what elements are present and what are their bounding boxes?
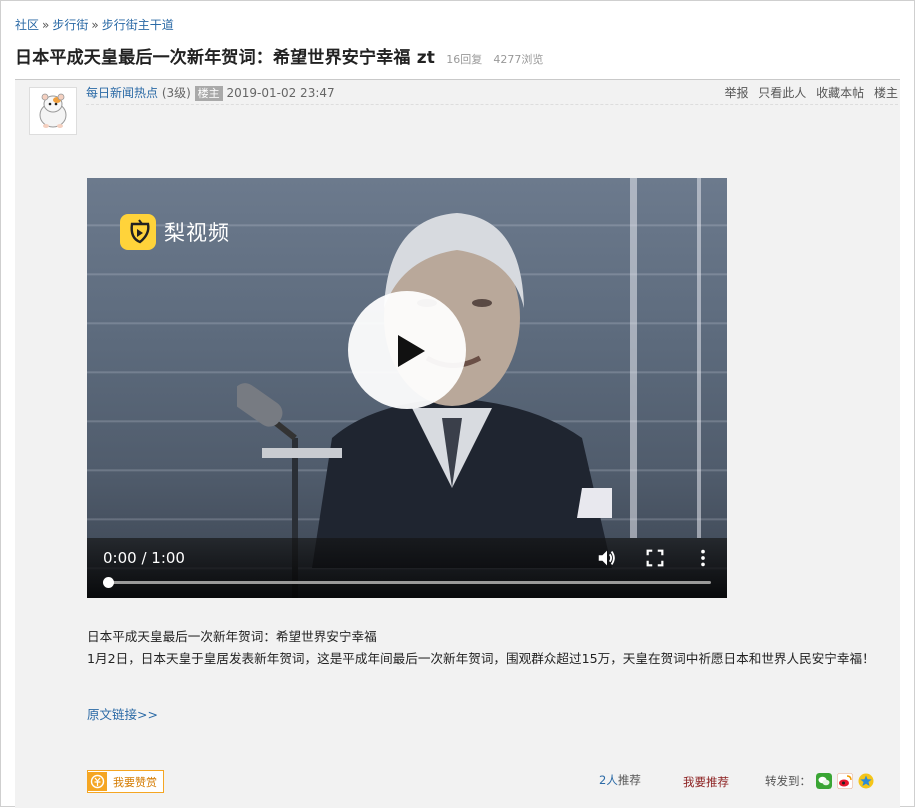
video-pole (630, 178, 637, 538)
op-badge: 楼主 (194, 86, 223, 101)
video-time: 0:00 / 1:00 (103, 549, 185, 567)
author-name[interactable]: 每日新闻热点 (86, 86, 158, 100)
reward-label: 我要赞赏 (113, 775, 157, 789)
fullscreen-icon[interactable] (644, 547, 666, 569)
breadcrumb-item-main-street[interactable]: 步行街主干道 (102, 18, 174, 32)
favorite-link[interactable]: 收藏本帖 (816, 86, 864, 100)
brand-logo-icon (120, 214, 156, 250)
video-pole (697, 178, 701, 538)
breadcrumb-item-community[interactable]: 社区 (15, 18, 39, 32)
reply-count: 16回复 (446, 53, 483, 66)
recommend-count: 2人推荐 (599, 772, 641, 788)
post-body-line: 日本平成天皇最后一次新年贺词：希望世界安宁幸福 (87, 629, 377, 644)
share-label: 转发到： (765, 774, 811, 788)
share-bar: 转发到： (765, 773, 874, 789)
thread-header: 日本平成天皇最后一次新年贺词：希望世界安宁幸福 zt 16回复 4277浏览 (15, 43, 543, 68)
breadcrumb: 社区» 步行街» 步行街主干道 (15, 16, 174, 33)
weibo-icon[interactable] (837, 773, 853, 789)
reward-button[interactable]: 我要赞赏 (87, 770, 164, 793)
post-date: 2019-01-02 23:47 (226, 86, 335, 100)
report-link[interactable]: 举报 (724, 86, 748, 100)
avatar-hamster-icon (39, 93, 67, 128)
qzone-icon[interactable] (858, 773, 874, 789)
author-level: (3级) (161, 86, 191, 100)
breadcrumb-item-street[interactable]: 步行街 (52, 18, 88, 32)
volume-icon[interactable] (596, 547, 618, 569)
breadcrumb-separator: » (42, 18, 50, 32)
video-progress-knob[interactable] (103, 577, 114, 588)
post-body: 日本平成天皇最后一次新年贺词：希望世界安宁幸福 1月2日，日本天皇于皇居发表新年… (87, 626, 899, 670)
video-controls: 0:00 / 1:00 (87, 538, 727, 598)
post-body-line: 1月2日，日本天皇于皇居发表新年贺词，这是平成年间最后一次新年贺词，围观群众超过… (87, 651, 875, 666)
post-container: 每日新闻热点 (3级) 楼主 2019-01-02 23:47 举报 只看此人 … (15, 79, 900, 808)
more-vertical-icon[interactable] (692, 547, 714, 569)
post-header: 每日新闻热点 (3级) 楼主 2019-01-02 23:47 举报 只看此人 … (86, 84, 898, 105)
reward-coin-icon (88, 772, 107, 791)
post-actions: 举报 只看此人 收藏本帖 楼主 (718, 84, 898, 101)
recommend-button[interactable]: 我要推荐 (683, 774, 729, 790)
video-player[interactable]: 梨视频 0:00 / 1:00 (87, 178, 727, 598)
view-count: 4277浏览 (493, 53, 544, 66)
floor-link[interactable]: 楼主 (874, 86, 898, 100)
brand-logo: 梨视频 (120, 212, 230, 252)
avatar[interactable] (29, 87, 77, 135)
page-title: 日本平成天皇最后一次新年贺词：希望世界安宁幸福 zt (15, 48, 436, 68)
brand-name: 梨视频 (164, 221, 230, 245)
play-button[interactable] (348, 291, 466, 409)
wechat-icon[interactable] (816, 773, 832, 789)
breadcrumb-separator: » (91, 18, 99, 32)
recommend-count-number[interactable]: 2人 (599, 773, 618, 787)
video-progress-bar[interactable] (103, 577, 711, 588)
source-link[interactable]: 原文链接>> (87, 704, 158, 723)
recommend-count-suffix: 推荐 (617, 773, 641, 787)
only-this-user-link[interactable]: 只看此人 (758, 86, 806, 100)
play-icon (398, 335, 425, 367)
